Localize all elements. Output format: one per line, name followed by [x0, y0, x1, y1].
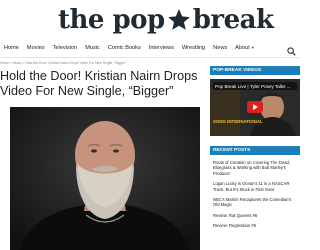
header-divider: [0, 57, 300, 58]
nav-label: Comic Books: [107, 44, 141, 51]
site-logo[interactable]: the pop break: [58, 3, 274, 37]
recent-post-link[interactable]: Logan Lucky is Ocean's 11 in a NASCAR Tr…: [210, 179, 300, 195]
article-hero-image: [10, 107, 200, 250]
play-button[interactable]: [247, 101, 263, 113]
star-icon: [166, 7, 192, 33]
nav-item-movies[interactable]: Movies: [27, 45, 45, 51]
recent-posts-header: RECENT POSTS: [210, 146, 300, 155]
nav-item-wrestling[interactable]: Wrestling: [182, 45, 205, 51]
nav-item-about[interactable]: About ▼: [235, 45, 255, 51]
nav-item-interviews[interactable]: Interviews: [149, 45, 174, 51]
nav-item-home[interactable]: Home: [4, 45, 19, 51]
main-nav: Home Movies Television Music Comic Books…: [0, 41, 300, 56]
nav-item-news[interactable]: News: [213, 45, 227, 51]
nav-label: Movies: [26, 44, 45, 51]
nav-label: About: [235, 44, 250, 51]
video-player[interactable]: Pop Break Live | Tyler Posey Talks ... S…: [210, 79, 300, 136]
chevron-down-icon: ▼: [250, 45, 255, 50]
nav-label: Home: [4, 44, 19, 51]
logo-text-right: break: [192, 5, 274, 35]
breadcrumb: Home » Music » Hold the Door! Kristian N…: [0, 61, 127, 65]
recent-post-link[interactable]: Roots of Creation on Covering The Dead, …: [210, 158, 300, 179]
recent-post-link[interactable]: NBC's Marlon Recaptures the Comedian's O…: [210, 195, 300, 211]
videos-header: POP-BREAK VIDEOS: [210, 66, 300, 75]
video-title: Pop Break Live | Tyler Posey Talks ...: [213, 82, 297, 90]
nav-item-comic-books[interactable]: Comic Books: [108, 45, 141, 51]
video-overlay-label: SONG INTERNATIONAL: [213, 119, 263, 124]
nav-item-television[interactable]: Television: [53, 45, 78, 51]
nav-label: Music: [85, 44, 100, 51]
logo-text-left: the pop: [58, 5, 165, 35]
nav-label: Television: [52, 44, 78, 51]
recent-posts-list: Roots of Creation on Covering The Dead, …: [210, 158, 300, 232]
portrait-illustration: [10, 107, 200, 250]
article-headline: Hold the Door! Kristian Nairn Drops Vide…: [0, 69, 198, 98]
recent-post-link[interactable]: Review: Rat Queens #6: [210, 211, 300, 221]
nav-label: Wrestling: [181, 44, 206, 51]
nav-item-music[interactable]: Music: [85, 45, 100, 51]
nav-label: News: [213, 44, 228, 51]
nav-label: Interviews: [148, 44, 174, 51]
search-icon[interactable]: [287, 43, 296, 56]
recent-post-link[interactable]: Review: Regression #6: [210, 221, 300, 231]
sidebar: POP-BREAK VIDEOS Pop Break Live | Tyler …: [210, 66, 300, 232]
